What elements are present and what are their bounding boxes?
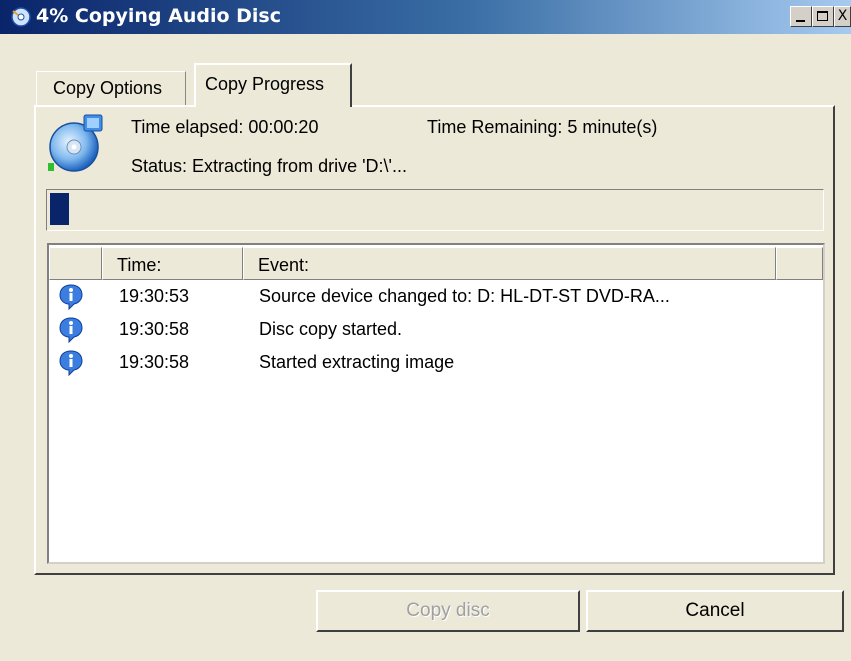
time-remaining-label: Time Remaining: 5 minute(s)	[427, 117, 658, 137]
event-text: Started extracting image	[259, 352, 455, 372]
minimize-icon	[796, 20, 805, 22]
info-icon	[59, 350, 83, 376]
info-icon	[59, 317, 83, 343]
status-label: Status: Extracting from drive 'D:\'...	[131, 156, 407, 176]
event-text: Source device changed to: D: HL-DT-ST DV…	[259, 286, 670, 306]
list-item[interactable]: 19:30:58 Disc copy started.	[49, 315, 823, 348]
event-text: Disc copy started.	[259, 319, 403, 339]
event-list[interactable]: Time: Event: 19:30:53 Source device chan…	[47, 243, 825, 564]
maximize-button[interactable]	[812, 6, 834, 27]
time-elapsed-label: Time elapsed: 00:00:20	[131, 117, 319, 137]
column-header-time[interactable]: Time:	[102, 247, 243, 280]
progress-block	[50, 193, 69, 225]
copy-disc-label: Copy disc	[406, 600, 490, 621]
disc-copy-icon	[48, 114, 103, 172]
app-disc-icon	[11, 7, 31, 27]
column-header-icon[interactable]	[49, 247, 102, 280]
title-bar[interactable]: 4% Copying Audio Disc X	[0, 0, 851, 34]
maximize-icon	[817, 11, 828, 21]
event-time: 19:30:53	[119, 286, 190, 306]
cancel-button[interactable]: Cancel	[586, 590, 844, 632]
column-header-event[interactable]: Event:	[243, 247, 776, 280]
tab-copy-progress[interactable]: Copy Progress	[194, 63, 352, 107]
close-icon: X	[837, 8, 848, 24]
minimize-button[interactable]	[790, 6, 812, 27]
window-title: 4% Copying Audio Disc	[36, 5, 281, 27]
event-time: 19:30:58	[119, 319, 190, 339]
copy-disc-button[interactable]: Copy disc	[316, 590, 580, 632]
tab-copy-options[interactable]: Copy Options	[36, 71, 186, 106]
list-item[interactable]: 19:30:53 Source device changed to: D: HL…	[49, 282, 823, 315]
close-button[interactable]: X	[834, 6, 851, 27]
info-icon	[59, 284, 83, 310]
event-time: 19:30:58	[119, 352, 190, 372]
tab-label: Copy Progress	[205, 74, 325, 94]
column-header-spare[interactable]	[776, 247, 823, 280]
list-item[interactable]: 19:30:58 Started extracting image	[49, 348, 823, 381]
cancel-label: Cancel	[685, 600, 745, 621]
copy-progress-bar	[46, 189, 824, 231]
tab-label: Copy Options	[53, 78, 163, 98]
